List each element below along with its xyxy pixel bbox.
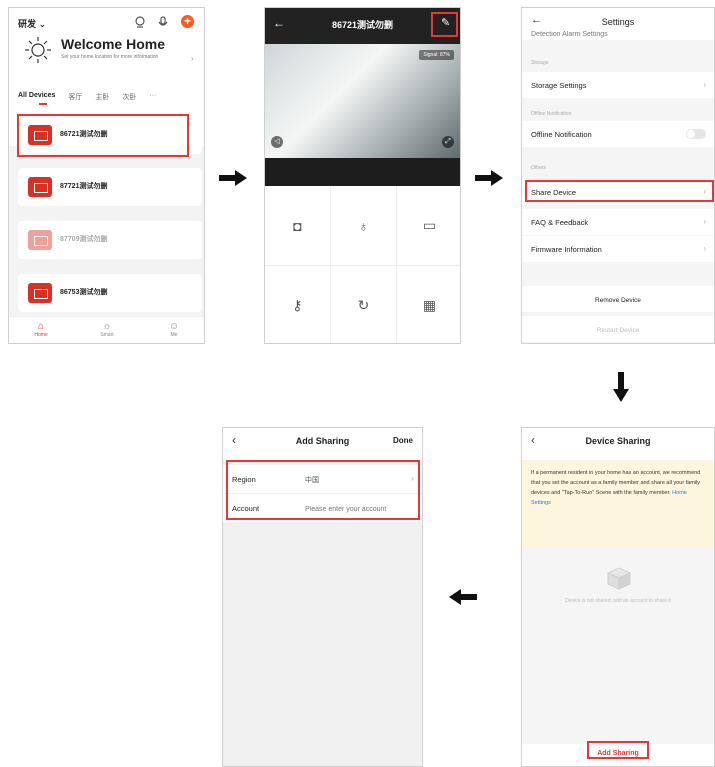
empty-state-text: Device is not shared, add an account to … [565,598,671,604]
active-tab-indicator [39,103,47,105]
device-name: 87721测试勿删 [60,183,108,190]
offline-notification-row: Offline Notification [522,121,714,147]
tab-living-room[interactable]: 客厅 [68,92,82,102]
replay-button[interactable]: ↻ [331,266,397,343]
highlight-add-sharing [587,741,649,759]
gallery-icon: ▦ [422,297,437,313]
record-button[interactable]: ▭ [397,186,460,266]
section-label: Offline Notification [531,111,572,117]
section-label: Storage [531,60,549,66]
chevron-right-icon: › [703,80,706,89]
home-selector[interactable]: 研发 ⌄ [18,17,46,30]
sun-icon [25,37,51,63]
arrow-down-icon [613,372,629,402]
tab-second-bedroom[interactable]: 次卧 [122,92,136,102]
replay-icon: ↻ [357,297,370,313]
camera-screen: ← 86721测试勿删 ✎ Signal: 87% ◁ ⤢ ◘ ♁ ▭ ⚷ ↻ … [264,7,461,344]
highlight-share-device [525,180,714,202]
family-notice: If a permanent resident in your home has… [522,460,714,548]
offline-notification-toggle[interactable] [686,129,706,139]
detection-alarm-row[interactable]: Detection Alarm Settings [531,31,608,38]
row-label: Storage Settings [531,81,587,90]
add-sharing-header: ‹ Add Sharing Done [223,428,422,460]
control-grid: ◘ ♁ ▭ ⚷ ↻ ▦ [265,186,460,343]
welcome-title: Welcome Home [61,36,165,52]
row-label: Offline Notification [531,130,592,139]
device-name: 86753测试勿删 [60,289,108,296]
snapshot-button[interactable]: ◘ [265,186,331,266]
key-icon: ⚷ [292,297,303,313]
speaker-icon[interactable]: ◁ [271,136,283,148]
settings-header: ← Settings Detection Alarm Settings [522,8,714,40]
tab-me[interactable]: ☺ Me [159,321,189,338]
add-device-icon[interactable]: + [181,15,194,28]
live-video[interactable]: Signal: 87% ◁ ⤢ [265,44,460,158]
microphone-icon: ♁ [358,217,369,234]
arrow-left-icon [449,589,477,605]
signal-badge: Signal: 87% [419,50,454,60]
bottom-tab-bar: ⌂ Home ☼ Smart ☺ Me [9,316,204,343]
faq-feedback-row[interactable]: FAQ & Feedback › [522,209,714,235]
doorbell-device-icon [28,230,52,250]
tab-home[interactable]: ⌂ Home [26,321,56,338]
camera-icon: ◘ [293,217,302,234]
tab-all-devices[interactable]: All Devices [18,92,55,102]
home-screen: 研发 ⌄ + Welcome Home Set your home locati… [8,7,205,344]
row-label: FAQ & Feedback [531,218,589,227]
device-card[interactable]: 87709测试勿删 [18,221,202,259]
highlight-region-account [226,460,420,520]
smart-icon: ☼ [102,321,112,332]
video-control-strip [265,158,460,186]
location-hint[interactable]: Set your home location for more informat… [61,54,161,60]
highlight-device-card [17,114,189,157]
gallery-button[interactable]: ▦ [397,266,460,343]
video-icon: ▭ [422,217,437,233]
button-label: Restart Device [596,327,640,334]
camera-icon[interactable] [134,16,146,28]
section-label: Others [531,165,547,171]
tab-master-bedroom[interactable]: 主卧 [95,92,109,102]
restart-device-button[interactable]: Restart Device [522,316,714,342]
settings-title: Settings [601,17,635,27]
tab-smart[interactable]: ☼ Smart [92,321,122,338]
room-tabs: All Devices 客厅 主卧 次卧 ··· [18,92,156,102]
fullscreen-icon[interactable]: ⤢ [442,136,454,148]
chevron-right-icon: › [703,244,706,253]
sharing-header: ‹ Device Sharing [522,428,714,460]
done-button[interactable]: Done [393,436,413,445]
tab-label: Home [34,332,48,338]
empty-box-icon [606,567,632,590]
device-name: 87709测试勿删 [60,236,108,243]
chevron-right-icon[interactable]: › [191,54,194,63]
settings-screen: ← Settings Detection Alarm Settings Stor… [521,7,715,344]
button-label: Remove Device [595,297,641,304]
tab-label: Me [170,332,178,338]
storage-settings-row[interactable]: Storage Settings › [522,72,714,98]
row-label: Firmware Information [531,245,602,254]
notice-text: If a permanent resident in your home has… [531,468,707,508]
microphone-icon[interactable] [157,16,169,28]
arrow-right-icon [475,170,503,186]
device-card[interactable]: 86753测试勿删 [18,274,202,312]
arrow-right-icon [219,170,247,186]
doorbell-device-icon [28,177,52,197]
chevron-right-icon: › [703,217,706,226]
device-card[interactable]: 87721测试勿删 [18,168,202,206]
unlock-button[interactable]: ⚷ [265,266,331,343]
talk-button[interactable]: ♁ [331,186,397,266]
firmware-information-row[interactable]: Firmware Information › [522,236,714,262]
more-tabs-icon[interactable]: ··· [149,92,156,102]
tab-label: Smart [100,332,114,338]
doorbell-device-icon [28,283,52,303]
highlight-edit-icon [431,12,458,37]
home-icon: ⌂ [37,321,45,332]
remove-device-button[interactable]: Remove Device [522,286,714,312]
device-sharing-title: Device Sharing [585,436,651,446]
profile-icon: ☺ [168,321,180,332]
device-sharing-screen: ‹ Device Sharing If a permanent resident… [521,427,715,767]
